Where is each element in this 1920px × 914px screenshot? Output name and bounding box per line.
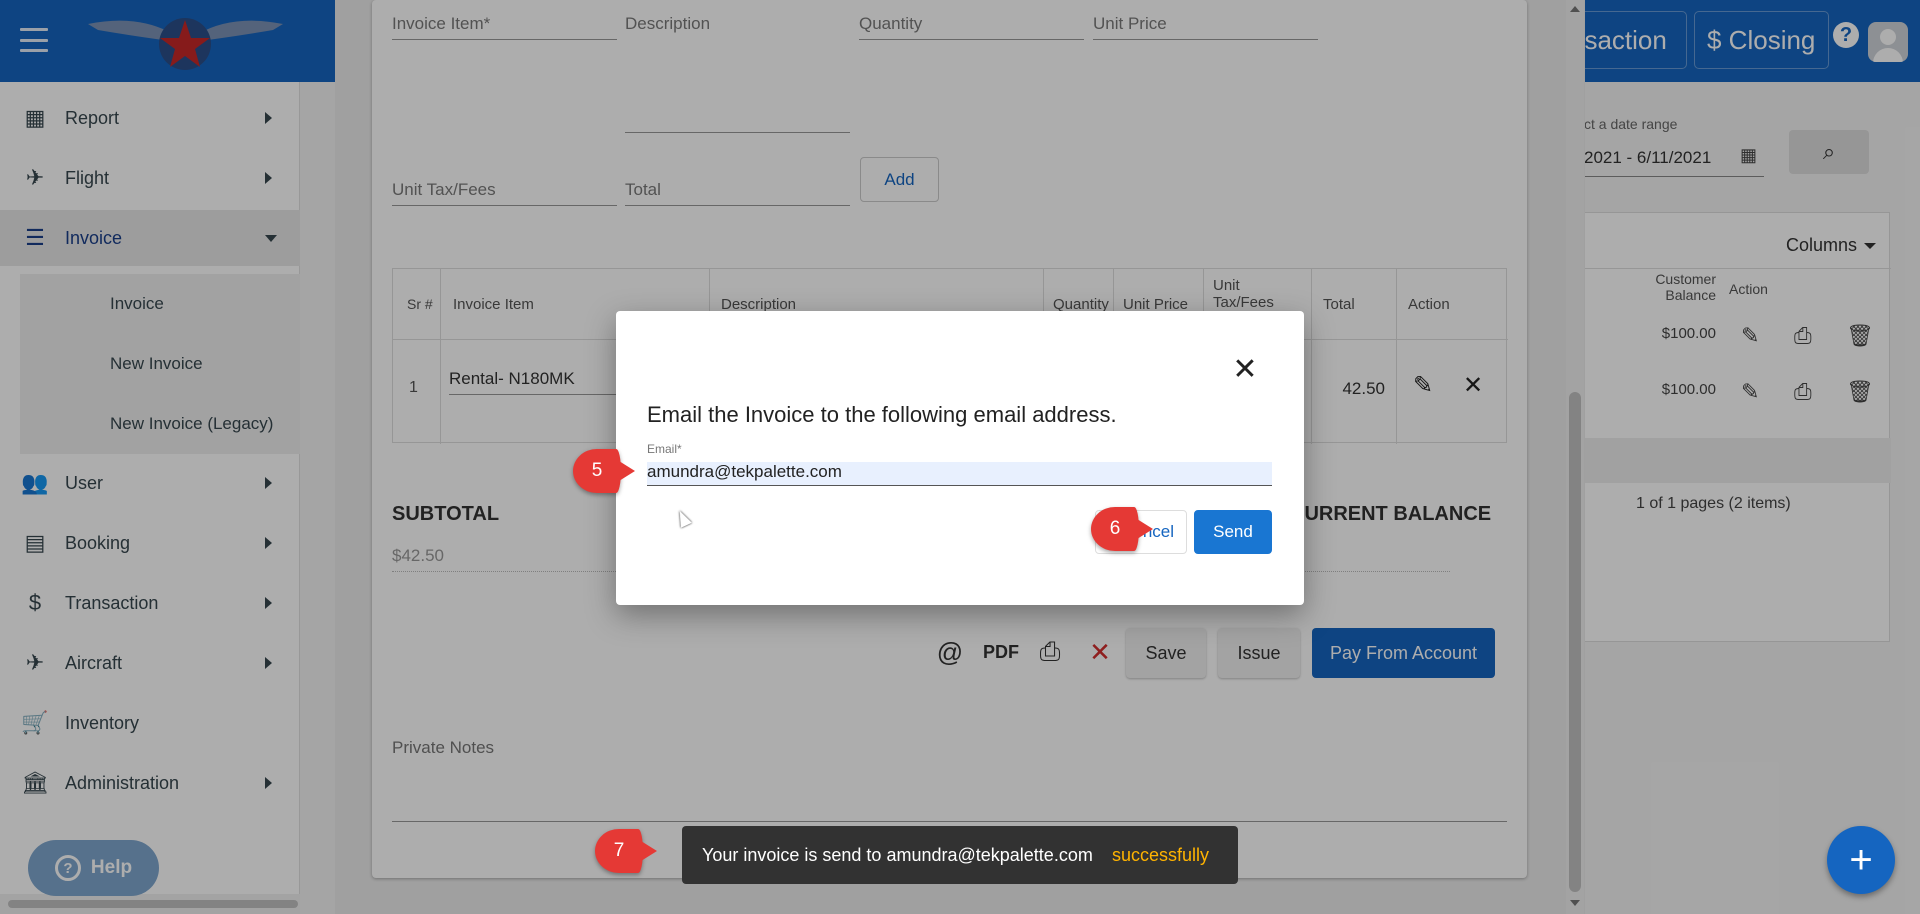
step-marker-7: 7 xyxy=(595,829,657,873)
email-field[interactable]: amundra@tekpalette.com xyxy=(647,462,1272,486)
snackbar-message: Your invoice is send to amundra@tekpalet… xyxy=(702,844,1093,865)
add-fab-button[interactable]: + xyxy=(1827,826,1895,894)
dialog-title: Email the Invoice to the following email… xyxy=(647,402,1117,427)
snackbar: Your invoice is send to amundra@tekpalet… xyxy=(682,826,1238,884)
email-dialog: ✕ Email the Invoice to the following ema… xyxy=(616,311,1304,605)
step-marker-6: 6 xyxy=(1091,507,1153,551)
step-marker-5: 5 xyxy=(573,449,635,493)
snackbar-status: successfully xyxy=(1112,844,1210,865)
close-icon[interactable]: ✕ xyxy=(1230,355,1260,385)
send-button[interactable]: Send xyxy=(1194,510,1272,554)
email-label: Email* xyxy=(647,442,682,456)
